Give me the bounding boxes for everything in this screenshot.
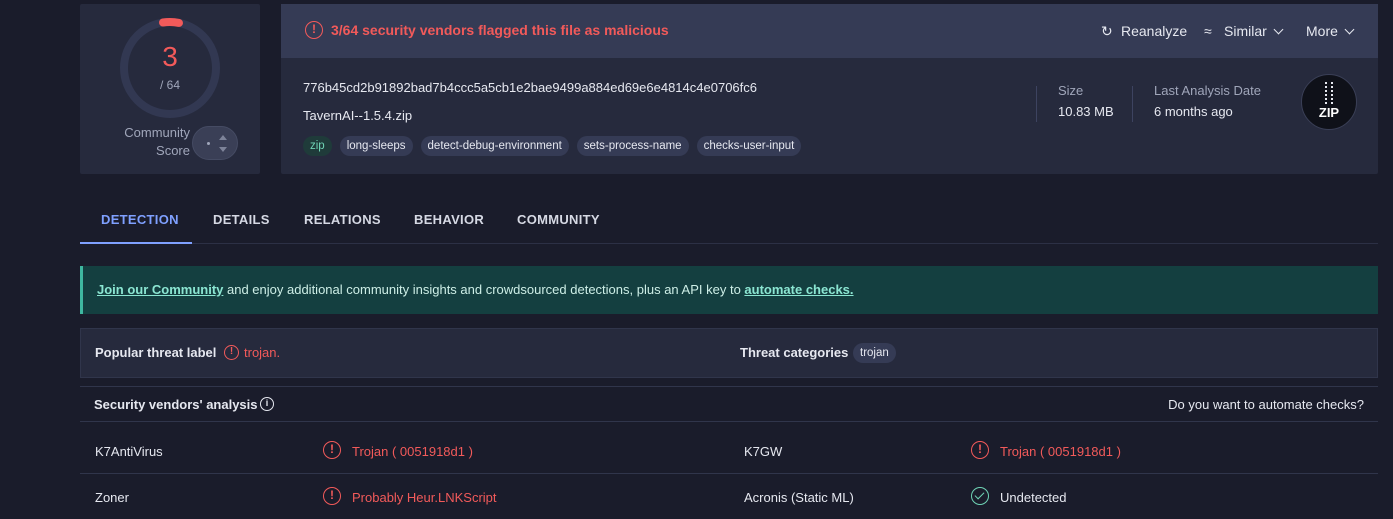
vendor-result: Probably Heur.LNKScript bbox=[352, 490, 497, 505]
vendor-name: K7GW bbox=[744, 444, 783, 459]
tab-behavior[interactable]: BEHAVIOR bbox=[414, 212, 484, 227]
tag-detect-debug-environment[interactable]: detect-debug-environment bbox=[420, 136, 569, 156]
table-row: K7AntiVirus ! Trojan ( 0051918d1 ) K7GW … bbox=[80, 428, 1378, 474]
divider bbox=[1036, 86, 1037, 122]
automate-checks-link[interactable]: automate checks. bbox=[744, 282, 853, 297]
tab-community[interactable]: COMMUNITY bbox=[517, 212, 600, 227]
threat-categories-label: Threat categories bbox=[740, 345, 849, 360]
vendor-result: Undetected bbox=[1000, 490, 1067, 505]
chevron-down-icon bbox=[1344, 24, 1355, 35]
reanalyze-button[interactable]: ↻ Reanalyze bbox=[1101, 21, 1187, 41]
table-row: Zoner ! Probably Heur.LNKScript Acronis … bbox=[80, 474, 1378, 519]
alert-icon: ! bbox=[323, 441, 341, 459]
refresh-icon: ↻ bbox=[1101, 23, 1113, 39]
divider bbox=[1132, 86, 1133, 122]
detection-score-card: 3 / 64 Community Score bbox=[80, 4, 260, 174]
info-icon[interactable]: i bbox=[260, 397, 274, 411]
total-vendors: / 64 bbox=[159, 78, 180, 92]
chevron-down-icon bbox=[1273, 24, 1284, 35]
community-score-label: Community Score bbox=[124, 125, 190, 158]
vendor-name: Acronis (Static ML) bbox=[744, 490, 854, 505]
tab-detection[interactable]: DETECTION bbox=[101, 212, 179, 227]
tag-zip[interactable]: zip bbox=[303, 136, 332, 156]
alert-icon: ! bbox=[971, 441, 989, 459]
similar-button[interactable]: ≈ Similar bbox=[1204, 21, 1284, 41]
vendors-header: Security vendors' analysis i Do you want… bbox=[80, 386, 1378, 422]
vote-down-icon[interactable] bbox=[219, 147, 227, 152]
vote-dot-icon bbox=[207, 142, 210, 145]
join-community-link[interactable]: Join our Community bbox=[97, 282, 223, 297]
vendor-name: K7AntiVirus bbox=[95, 444, 163, 459]
flagged-message: 3/64 security vendors flagged this file … bbox=[331, 22, 669, 38]
tag-sets-process-name[interactable]: sets-process-name bbox=[576, 136, 689, 156]
page-root: 3 / 64 Community Score ! 3/64 security v… bbox=[0, 0, 1393, 519]
tab-relations[interactable]: RELATIONS bbox=[304, 212, 381, 227]
size-label: Size bbox=[1058, 83, 1084, 98]
automate-checks-question[interactable]: Do you want to automate checks? bbox=[1168, 397, 1364, 412]
alert-icon: ! bbox=[323, 487, 341, 505]
size-value: 10.83 MB bbox=[1058, 104, 1114, 119]
popular-threat-label: Popular threat label bbox=[95, 345, 217, 360]
community-score-vote[interactable] bbox=[192, 126, 238, 160]
vendor-result: Trojan ( 0051918d1 ) bbox=[1000, 444, 1121, 459]
report-tabs: DETECTION DETAILS RELATIONS BEHAVIOR COM… bbox=[80, 196, 1378, 244]
vote-up-icon[interactable] bbox=[219, 135, 227, 140]
threat-summary-row: Popular threat label ! trojan. Threat ca… bbox=[80, 328, 1378, 378]
active-tab-indicator bbox=[80, 242, 192, 244]
vendor-name: Zoner bbox=[95, 490, 129, 505]
banner-text: and enjoy additional community insights … bbox=[223, 282, 745, 297]
zipper-icon bbox=[1325, 82, 1333, 104]
check-circle-icon bbox=[971, 487, 989, 505]
popular-threat-value[interactable]: trojan. bbox=[244, 345, 280, 360]
file-hash[interactable]: 776b45cd2b91892bad7b4ccc5a5cb1e2bae9499a… bbox=[303, 80, 757, 95]
detected-count: 3 bbox=[162, 41, 178, 72]
file-name: TavernAI--1.5.4.zip bbox=[303, 108, 413, 123]
last-analysis-value: 6 months ago bbox=[1154, 104, 1233, 119]
wave-icon: ≈ bbox=[1204, 23, 1212, 39]
file-tags: zip long-sleeps detect-debug-environment… bbox=[303, 136, 802, 156]
community-banner: Join our Community and enjoy additional … bbox=[80, 266, 1378, 314]
file-type-label: ZIP bbox=[1318, 105, 1340, 120]
tab-details[interactable]: DETAILS bbox=[213, 212, 270, 227]
vendor-result: Trojan ( 0051918d1 ) bbox=[352, 444, 473, 459]
tag-long-sleeps[interactable]: long-sleeps bbox=[339, 136, 413, 156]
last-analysis-label: Last Analysis Date bbox=[1154, 83, 1261, 98]
file-summary-card: ! 3/64 security vendors flagged this fil… bbox=[281, 4, 1378, 174]
threat-category-tag[interactable]: trojan bbox=[853, 343, 896, 363]
more-button[interactable]: More bbox=[1306, 21, 1355, 41]
file-type-badge: ZIP bbox=[1301, 74, 1357, 130]
vendors-title: Security vendors' analysis bbox=[94, 397, 258, 412]
summary-header: ! 3/64 security vendors flagged this fil… bbox=[281, 4, 1378, 58]
alert-icon: ! bbox=[224, 345, 239, 360]
alert-icon: ! bbox=[305, 21, 323, 39]
tag-checks-user-input[interactable]: checks-user-input bbox=[696, 136, 802, 156]
